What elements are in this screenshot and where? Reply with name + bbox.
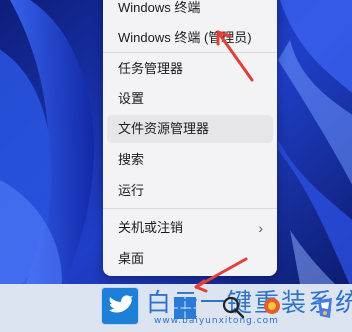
menu-item-label: Windows 终端 xyxy=(118,0,201,15)
menu-item-label: 设置 xyxy=(118,91,145,106)
app-icon[interactable] xyxy=(262,296,282,316)
menu-item-run[interactable]: 运行 xyxy=(107,177,273,205)
menu-item-label: 任务管理器 xyxy=(118,61,184,76)
chevron-right-icon: › xyxy=(258,220,263,236)
menu-item-windows-terminal[interactable]: Windows 终端 xyxy=(107,0,273,22)
menu-item-desktop[interactable]: 桌面 xyxy=(107,245,273,273)
menu-separator xyxy=(103,208,277,209)
menu-item-shutdown-signout[interactable]: 关机或注销 › xyxy=(107,214,273,242)
menu-separator xyxy=(103,52,277,53)
menu-item-label: 文件资源管理器 xyxy=(118,121,210,136)
menu-item-settings[interactable]: 设置 xyxy=(107,85,273,113)
colorful-app-icon[interactable] xyxy=(316,296,334,320)
windows-start-icon[interactable] xyxy=(173,296,197,320)
menu-item-label: 关机或注销 xyxy=(118,220,184,235)
menu-item-search[interactable]: 搜索 xyxy=(107,146,273,174)
menu-item-label: 运行 xyxy=(118,183,145,198)
context-menu: Windows 终端 Windows 终端 (管理员) 任务管理器 设置 文件资… xyxy=(103,0,277,276)
menu-item-label: 桌面 xyxy=(118,251,145,266)
menu-item-task-manager[interactable]: 任务管理器 xyxy=(107,55,273,83)
menu-item-label: Windows 终端 (管理员) xyxy=(118,30,252,45)
search-icon[interactable] xyxy=(220,294,246,320)
menu-item-label: 搜索 xyxy=(118,152,145,167)
menu-item-file-explorer[interactable]: 文件资源管理器 xyxy=(107,115,273,143)
menu-item-windows-terminal-admin[interactable]: Windows 终端 (管理员) xyxy=(107,24,273,52)
bird-logo-icon xyxy=(101,287,139,325)
